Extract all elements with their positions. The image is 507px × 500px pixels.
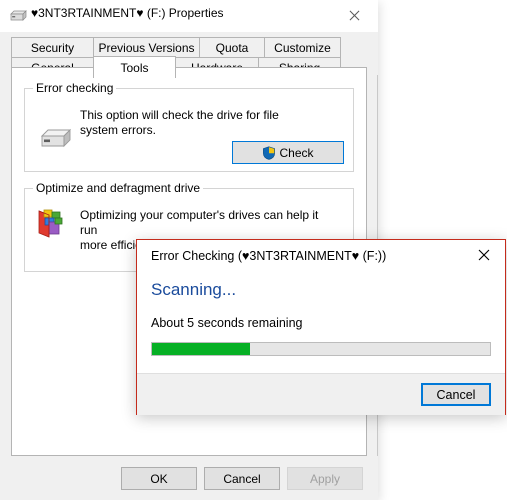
- uac-shield-icon: [262, 145, 276, 160]
- tab-customize[interactable]: Customize: [264, 37, 341, 58]
- cancel-button[interactable]: Cancel: [204, 467, 280, 490]
- dialog-title: Error Checking (♥3NT3RTAINMENT♥ (F:)): [151, 249, 387, 263]
- ok-button-label: OK: [150, 471, 168, 486]
- close-icon[interactable]: [332, 0, 376, 30]
- close-icon[interactable]: [463, 240, 505, 270]
- tab-quota[interactable]: Quota: [199, 37, 265, 58]
- scan-progress-bar: [151, 342, 491, 356]
- tab-row-top: Security Previous Versions Quota Customi…: [11, 37, 341, 58]
- properties-footer: OK Cancel Apply: [0, 456, 378, 500]
- tab-security[interactable]: Security: [11, 37, 94, 58]
- tab-label: Customize: [274, 41, 331, 55]
- dialog-cancel-button[interactable]: Cancel: [421, 383, 491, 406]
- properties-titlebar: ♥3NT3RTAINMENT♥ (F:) Properties: [0, 0, 378, 33]
- check-button[interactable]: Check: [232, 141, 344, 164]
- window-title: ♥3NT3RTAINMENT♥ (F:) Properties: [31, 6, 224, 20]
- scan-progress-fill: [152, 343, 251, 355]
- tab-previous-versions[interactable]: Previous Versions: [93, 37, 200, 58]
- apply-button-label: Apply: [309, 471, 341, 486]
- cancel-button-label: Cancel: [223, 471, 261, 486]
- tab-label: Previous Versions: [98, 41, 195, 55]
- dialog-body: Scanning... About 5 seconds remaining: [137, 274, 505, 373]
- error-checking-dialog: Error Checking (♥3NT3RTAINMENT♥ (F:)) Sc…: [136, 239, 506, 415]
- dialog-cancel-label: Cancel: [436, 387, 476, 402]
- error-checking-group-title: Error checking: [33, 81, 117, 95]
- time-remaining-text: About 5 seconds remaining: [151, 316, 303, 330]
- apply-button: Apply: [287, 467, 363, 490]
- scan-status-text: Scanning...: [151, 280, 237, 299]
- tab-tools[interactable]: Tools: [93, 56, 176, 78]
- hard-drive-icon: [39, 127, 73, 151]
- tab-label: Quota: [215, 41, 249, 55]
- tab-label: Security: [30, 41, 75, 55]
- error-checking-group: Error checking This option will check th…: [24, 81, 354, 172]
- check-button-label: Check: [279, 145, 314, 160]
- defragment-icon: [35, 205, 69, 239]
- hard-drive-icon: [9, 9, 27, 23]
- error-checking-description: This option will check the drive for fil…: [80, 108, 279, 137]
- tab-label: Tools: [120, 60, 149, 75]
- dialog-titlebar: Error Checking (♥3NT3RTAINMENT♥ (F:)): [137, 240, 505, 274]
- ok-button[interactable]: OK: [121, 467, 197, 490]
- optimize-group-title: Optimize and defragment drive: [33, 181, 204, 195]
- dialog-footer: Cancel: [137, 373, 505, 415]
